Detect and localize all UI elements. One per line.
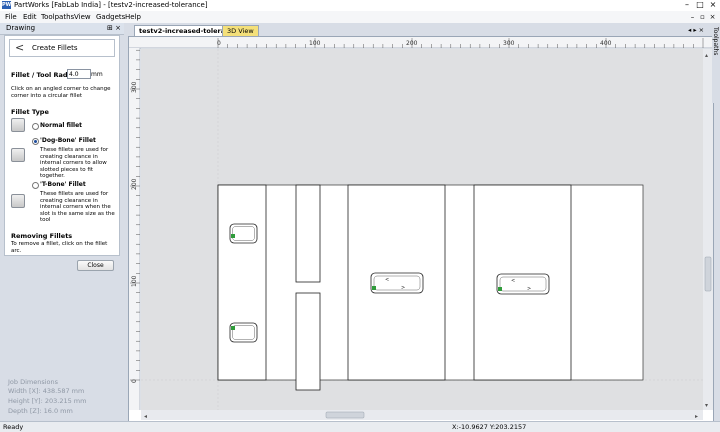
ruler-left-label-300: 300 xyxy=(131,81,138,93)
ruler-top-label-400: 400 xyxy=(600,40,612,47)
panel-form-header: < Create Fillets xyxy=(9,39,115,57)
window-title: PartWorks [FabLab India] - [testv2-incre… xyxy=(14,1,208,9)
ruler-left-label-100: 100 xyxy=(131,275,138,287)
menu-edit[interactable]: Edit xyxy=(23,12,37,22)
panel-pin-close-icons[interactable]: ⊞ × xyxy=(107,24,121,32)
close-button[interactable]: Close xyxy=(77,260,114,271)
vertical-scroll-thumb[interactable] xyxy=(704,256,712,292)
radius-unit: mm xyxy=(91,71,103,78)
fillet-type-label: Fillet Type xyxy=(11,108,49,116)
close-window-button[interactable]: × xyxy=(707,0,719,10)
maximize-button[interactable]: □ xyxy=(694,0,706,10)
ruler-left-label-0: 0 xyxy=(131,379,138,383)
ruler-top-label-300: 300 xyxy=(503,40,515,47)
strip-bottom[interactable] xyxy=(295,292,321,391)
status-bar: Ready X:-10.9627 Y:203.2157 xyxy=(0,421,720,432)
menu-file[interactable]: File xyxy=(5,12,17,22)
slot-4-arrow-bottom: > xyxy=(527,286,531,292)
create-fillets-panel: < Create Fillets Fillet / Tool Radius: m… xyxy=(4,35,120,256)
dog-bone-fillet-radio[interactable] xyxy=(32,138,39,145)
minimize-button[interactable]: – xyxy=(681,0,693,10)
cursor-coordinates: X:-10.9627 Y:203.2157 xyxy=(452,423,527,431)
menu-toolpaths[interactable]: Toolpaths xyxy=(41,12,74,22)
document-tab-bar: testv2-increased-tolerance 3D View ◂ ▸ × xyxy=(128,23,714,36)
slot-4-arrow-top: < xyxy=(511,278,515,284)
radius-input[interactable] xyxy=(67,69,91,79)
menu-bar: File Edit Toolpaths View Gadgets Help – … xyxy=(0,11,720,23)
horizontal-scroll-thumb[interactable] xyxy=(325,411,365,419)
ruler-left-label-200: 200 xyxy=(131,178,138,190)
part-left-panel[interactable] xyxy=(217,184,267,381)
slot-3-arrow-bottom: > xyxy=(401,285,405,291)
horizontal-scrollbar[interactable] xyxy=(141,410,703,420)
job-height: Height [Y]: 203.215 mm xyxy=(8,397,87,405)
removing-fillets-label: Removing Fillets xyxy=(11,232,73,240)
mdi-close-button[interactable]: × xyxy=(708,12,717,22)
back-arrow-icon[interactable]: < xyxy=(15,41,24,54)
form-title: Create Fillets xyxy=(32,44,78,52)
ruler-top-label-200: 200 xyxy=(406,40,418,47)
scroll-left-arrow-icon[interactable]: ◂ xyxy=(144,413,147,420)
toolpaths-tab-label[interactable]: Toolpaths xyxy=(712,27,719,55)
mdi-minimize-button[interactable]: – xyxy=(688,12,697,22)
toolpaths-side-tab[interactable]: Toolpaths xyxy=(712,23,720,103)
strip-top[interactable] xyxy=(295,184,321,283)
t-bone-fillet-icon xyxy=(11,194,25,208)
normal-fillet-label[interactable]: Normal fillet xyxy=(40,122,82,129)
menu-gadgets[interactable]: Gadgets xyxy=(96,12,125,22)
dog-bone-fillet-label[interactable]: 'Dog-Bone' Fillet xyxy=(40,137,96,144)
left-ruler xyxy=(129,48,140,410)
vertical-scrollbar[interactable] xyxy=(703,49,713,410)
scroll-right-arrow-icon[interactable]: ▸ xyxy=(695,413,698,420)
instruction-text: Click on an angled corner to change corn… xyxy=(11,86,111,99)
drawing-panel-title: Drawing xyxy=(6,24,36,32)
scroll-up-arrow-icon[interactable]: ▴ xyxy=(705,52,708,59)
job-depth: Depth [Z]: 16.0 mm xyxy=(8,407,73,415)
fillet-marker-4 xyxy=(498,287,502,291)
normal-fillet-radio[interactable] xyxy=(32,123,39,130)
normal-fillet-icon xyxy=(11,118,25,132)
tab-nav-controls[interactable]: ◂ ▸ × xyxy=(688,26,704,34)
dog-bone-fillet-icon xyxy=(11,148,25,162)
ruler-top-label-100: 100 xyxy=(309,40,321,47)
drawing-canvas[interactable]: 0 100 200 300 400 300 200 100 0 < > < > … xyxy=(128,36,714,422)
t-bone-fillet-radio[interactable] xyxy=(32,182,39,189)
menu-view[interactable]: View xyxy=(74,12,91,22)
dog-bone-fillet-desc: These fillets are used for creating clea… xyxy=(40,147,109,179)
job-width: Width [X]: 438.587 mm xyxy=(8,387,85,395)
slot-3-arrow-top: < xyxy=(385,277,389,283)
t-bone-fillet-label[interactable]: 'T-Bone' Fillet xyxy=(40,181,86,188)
removing-fillets-text: To remove a fillet, click on the fillet … xyxy=(11,241,108,254)
fillet-marker-3 xyxy=(372,286,376,290)
tab-3d-view[interactable]: 3D View xyxy=(222,25,259,36)
drawing-panel-header: Drawing ⊞ × xyxy=(0,23,124,35)
status-text: Ready xyxy=(3,423,24,431)
fillet-marker-2 xyxy=(231,326,235,330)
app-logo-icon: PW xyxy=(2,1,12,9)
menu-help[interactable]: Help xyxy=(125,12,141,22)
job-dimensions-title: Job Dimensions xyxy=(8,378,59,386)
fillet-marker-1 xyxy=(231,234,235,238)
ruler-top-label-0: 0 xyxy=(217,40,221,47)
t-bone-fillet-desc: These fillets are used for creating clea… xyxy=(40,191,115,223)
mdi-restore-button[interactable]: ▫ xyxy=(698,12,707,22)
scroll-down-arrow-icon[interactable]: ▾ xyxy=(705,402,708,409)
